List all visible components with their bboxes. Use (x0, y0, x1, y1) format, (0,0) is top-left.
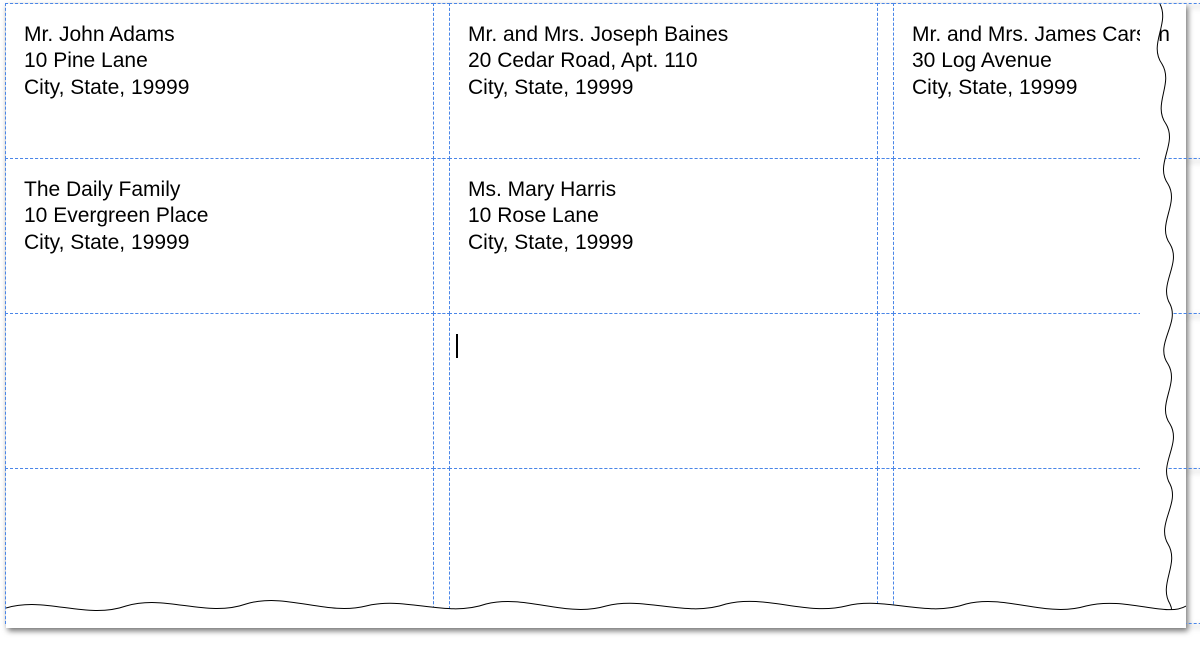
column-gutter (433, 313, 450, 469)
address-name: Mr. and Mrs. James Carson (912, 22, 1200, 48)
address-street: 10 Rose Lane (468, 203, 863, 229)
label-cell[interactable] (893, 468, 1200, 624)
address-city: City, State, 19999 (24, 230, 419, 256)
label-cell[interactable] (5, 468, 434, 624)
column-gutter (433, 158, 450, 314)
address-city: City, State, 19999 (468, 230, 863, 256)
label-cell[interactable] (5, 313, 434, 469)
address-street: 20 Cedar Road, Apt. 110 (468, 48, 863, 74)
column-gutter (877, 468, 894, 624)
label-page[interactable]: Mr. John Adams 10 Pine Lane City, State,… (6, 4, 1186, 624)
label-cell[interactable] (449, 313, 878, 469)
column-gutter (877, 313, 894, 469)
address-city: City, State, 19999 (24, 75, 419, 101)
label-cell[interactable] (893, 313, 1200, 469)
column-gutter (433, 468, 450, 624)
label-cell[interactable]: Mr. and Mrs. James Carson 30 Log Avenue … (893, 3, 1200, 159)
address-name: The Daily Family (24, 177, 419, 203)
label-cell[interactable] (449, 468, 878, 624)
address-name: Ms. Mary Harris (468, 177, 863, 203)
label-cell[interactable]: Mr. and Mrs. Joseph Baines 20 Cedar Road… (449, 3, 878, 159)
label-cell[interactable] (893, 158, 1200, 314)
label-grid: Mr. John Adams 10 Pine Lane City, State,… (6, 4, 1186, 624)
address-name: Mr. and Mrs. Joseph Baines (468, 22, 863, 48)
label-cell[interactable]: The Daily Family 10 Evergreen Place City… (5, 158, 434, 314)
label-cell[interactable]: Mr. John Adams 10 Pine Lane City, State,… (5, 3, 434, 159)
column-gutter (877, 158, 894, 314)
address-city: City, State, 19999 (912, 75, 1200, 101)
label-cell[interactable]: Ms. Mary Harris 10 Rose Lane City, State… (449, 158, 878, 314)
address-street: 10 Pine Lane (24, 48, 419, 74)
address-city: City, State, 19999 (468, 75, 863, 101)
address-name: Mr. John Adams (24, 22, 419, 48)
address-street: 10 Evergreen Place (24, 203, 419, 229)
column-gutter (877, 3, 894, 159)
address-street: 30 Log Avenue (912, 48, 1200, 74)
label-sheet: Mr. John Adams 10 Pine Lane City, State,… (6, 4, 1186, 624)
text-cursor (456, 334, 458, 358)
column-gutter (433, 3, 450, 159)
